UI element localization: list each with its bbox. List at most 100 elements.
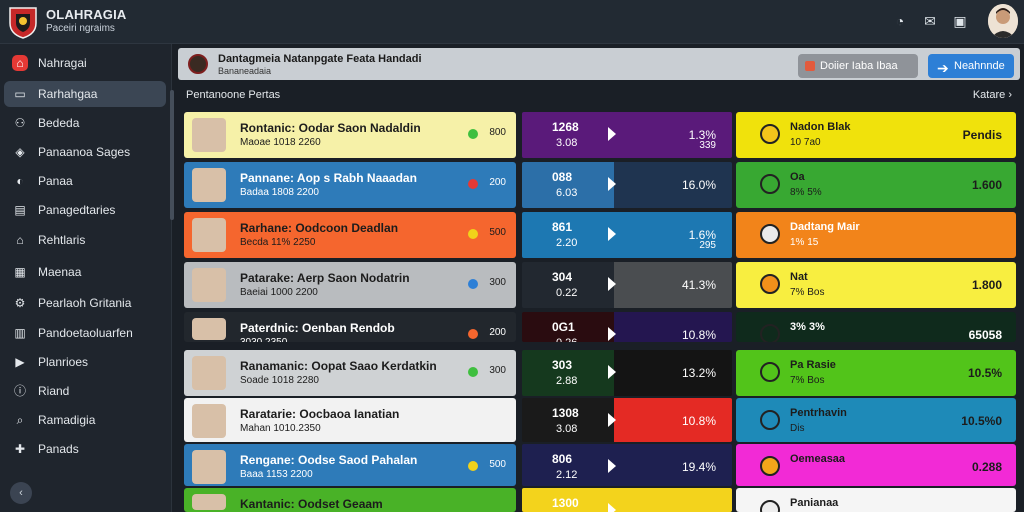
player-card[interactable]: Raratarie: Oocbaoa Ianatian Mahan 1010.2… [184, 398, 516, 442]
odds-secondary: 2.88 [556, 375, 578, 387]
stat-icon [760, 124, 780, 144]
sidebar-item-label: Panaanoa Sages [38, 145, 131, 159]
sidebar-item-home[interactable]: ⌂ Nahragai [4, 50, 166, 76]
player-meta: Mahan 1010.2350 [240, 423, 321, 434]
odds-cell[interactable]: 0G1 0.26 10.8% [522, 312, 732, 342]
player-meta: Becda 11% 2250 [240, 237, 316, 248]
sidebar-item-label: Panagedtaries [38, 203, 116, 217]
sidebar-item-grid[interactable]: ▦ Maenaa [4, 259, 166, 285]
status-dot [468, 329, 478, 339]
player-avatar [192, 404, 226, 438]
stat-title: Oa [790, 171, 805, 183]
sidebar-scrollbar[interactable] [170, 90, 174, 220]
odds-cell[interactable]: 1308 3.08 10.8% [522, 398, 732, 442]
odds-cell[interactable]: 1300 [522, 488, 732, 512]
odds-primary: 088 [552, 170, 573, 184]
tv-icon[interactable]: ▣ [950, 11, 970, 31]
settings-icon: ⚙ [14, 296, 26, 310]
odds-cell[interactable]: 088 6.03 16.0% [522, 162, 732, 208]
stat-card[interactable]: Pentrhavin Dis 10.5%0 [736, 398, 1016, 442]
sidebar-item-settings[interactable]: ⚙ Pearlaoh Gritania [4, 290, 166, 316]
player-card[interactable]: Paterdnic: Oenban Rendob 3030.2350 200 [184, 312, 516, 342]
player-card[interactable]: Ranamanic: Oopat Saao Kerdatkin Soade 10… [184, 350, 516, 396]
stat-card[interactable]: Oemeasaa 0.288 [736, 444, 1016, 486]
stat-card[interactable]: Nadon Blak 10 7a0 Pendis [736, 112, 1016, 158]
calendar-icon: ▤ [14, 203, 26, 217]
odds-left-panel [522, 350, 614, 396]
odds-cell[interactable]: 806 2.12 19.4% [522, 444, 732, 486]
player-card[interactable]: Pannane: Aop s Rabh Naaadan Badaa 1808 2… [184, 162, 516, 208]
odds-percent: 19.4% [681, 460, 716, 474]
filter-button[interactable]: Doiier Iaba Ibaa [798, 54, 918, 78]
odds-subvalue: 339 [699, 140, 716, 151]
player-name: Paterdnic: Oenban Rendob [240, 321, 395, 335]
sidebar-item-label: Pearlaoh Gritania [38, 296, 132, 310]
stat-value: 65058 [968, 328, 1002, 342]
player-meta: 3030.2350 [240, 337, 287, 342]
stat-title: Pentrhavin [790, 407, 847, 419]
status-dot [468, 279, 478, 289]
stat-card[interactable]: Pa Rasie 7% Bos 10.5% [736, 350, 1016, 396]
player-meta: Baaa 1153 2200 [240, 469, 313, 480]
clock-icon[interactable]: ◔ [890, 11, 910, 31]
flag-icon [608, 327, 616, 341]
stat-subtitle: 8% 5% [790, 187, 822, 198]
sidebar-item-info[interactable]: ⓘ Riand [4, 378, 166, 404]
status-dot [468, 367, 478, 377]
page-header: Dantagmeia Natanpgate Feata Handadi Bana… [178, 48, 1020, 80]
sidebar-item-chart[interactable]: ◐ Panaa [4, 168, 166, 194]
people-icon: ⚇ [14, 116, 26, 130]
sidebar-item-search[interactable]: ⌕ Ramadigia [4, 407, 166, 433]
player-avatar [192, 494, 226, 510]
primary-action-button[interactable]: ➔ Neahnnde [928, 54, 1014, 78]
player-card[interactable]: Rengane: Oodse Saod Pahalan Baaa 1153 22… [184, 444, 516, 486]
status-dot [468, 129, 478, 139]
sidebar-item-table[interactable]: ▥ Pandoetaoluarfen [4, 320, 166, 346]
sidebar-item-people[interactable]: ⚇ Bededa [4, 110, 166, 136]
grid-icon: ▦ [14, 265, 26, 279]
odds-cell[interactable]: 303 2.88 13.2% [522, 350, 732, 396]
tag-icon: ◈ [15, 145, 25, 159]
flag-icon [608, 459, 616, 473]
player-card[interactable]: Rarhane: Oodcoon Deadlan Becda 11% 2250 … [184, 212, 516, 258]
stat-subtitle: 7% Bos [790, 287, 825, 298]
flag-icon [608, 413, 616, 427]
section-link[interactable]: Katare › [973, 89, 1012, 101]
sidebar-item-apps[interactable]: ✚ Panads [4, 436, 166, 462]
player-name: Rontanic: Oodar Saon Nadaldin [240, 121, 421, 135]
status-dot [468, 229, 478, 239]
stat-subtitle: 1% 15 [790, 237, 819, 248]
player-meta: Maoae 1018 2260 [240, 137, 321, 148]
team-crest-logo[interactable] [8, 5, 38, 39]
sidebar-item-play[interactable]: ▶ Planrioes [4, 349, 166, 375]
stat-card[interactable]: Oa 8% 5% 1.600 [736, 162, 1016, 208]
stat-card[interactable]: Dadtang Mair 1% 15 [736, 212, 1016, 258]
user-avatar[interactable] [988, 4, 1018, 38]
player-card[interactable]: Patarake: Aerp Saon Nodatrin Baeiai 1000… [184, 262, 516, 308]
stat-card[interactable]: Panianaa [736, 488, 1016, 512]
mail-icon[interactable]: ✉ [920, 11, 940, 31]
sidebar-item-label: Bededa [38, 116, 80, 130]
odds-left-panel [522, 212, 614, 258]
stat-title: Dadtang Mair [790, 221, 860, 233]
odds-cell[interactable]: 304 0.22 41.3% [522, 262, 732, 308]
player-card[interactable]: Rontanic: Oodar Saon Nadaldin Maoae 1018… [184, 112, 516, 158]
stat-card[interactable]: Nat 7% Bos 1.800 [736, 262, 1016, 308]
player-card[interactable]: Kantanic: Oodset Geaam [184, 488, 516, 512]
sidebar-item-tag[interactable]: ◈ Panaanoa Sages [4, 139, 166, 165]
odds-cell[interactable]: 861 2.20 1.6% 295 [522, 212, 732, 258]
player-avatar [192, 356, 226, 390]
odds-left-panel [522, 112, 614, 158]
odds-primary: 0G1 [552, 320, 575, 334]
stat-icon [760, 324, 780, 342]
sidebar-item-bank[interactable]: ⌂ Rehtlaris [4, 227, 166, 253]
player-name: Pannane: Aop s Rabh Naaadan [240, 171, 417, 185]
stat-card[interactable]: 3% 3% 65058 [736, 312, 1016, 342]
sidebar-item-label: Rehtlaris [38, 233, 86, 247]
odds-cell[interactable]: 1268 3.08 1.3% 339 [522, 112, 732, 158]
collapse-sidebar-icon[interactable]: ‹ [10, 482, 32, 504]
sidebar-item-monitor[interactable]: ▭ Rarhahgaa [4, 81, 166, 107]
sidebar-item-calendar[interactable]: ▤ Panagedtaries [4, 197, 166, 223]
stat-icon [760, 456, 780, 476]
flag-icon [608, 365, 616, 379]
